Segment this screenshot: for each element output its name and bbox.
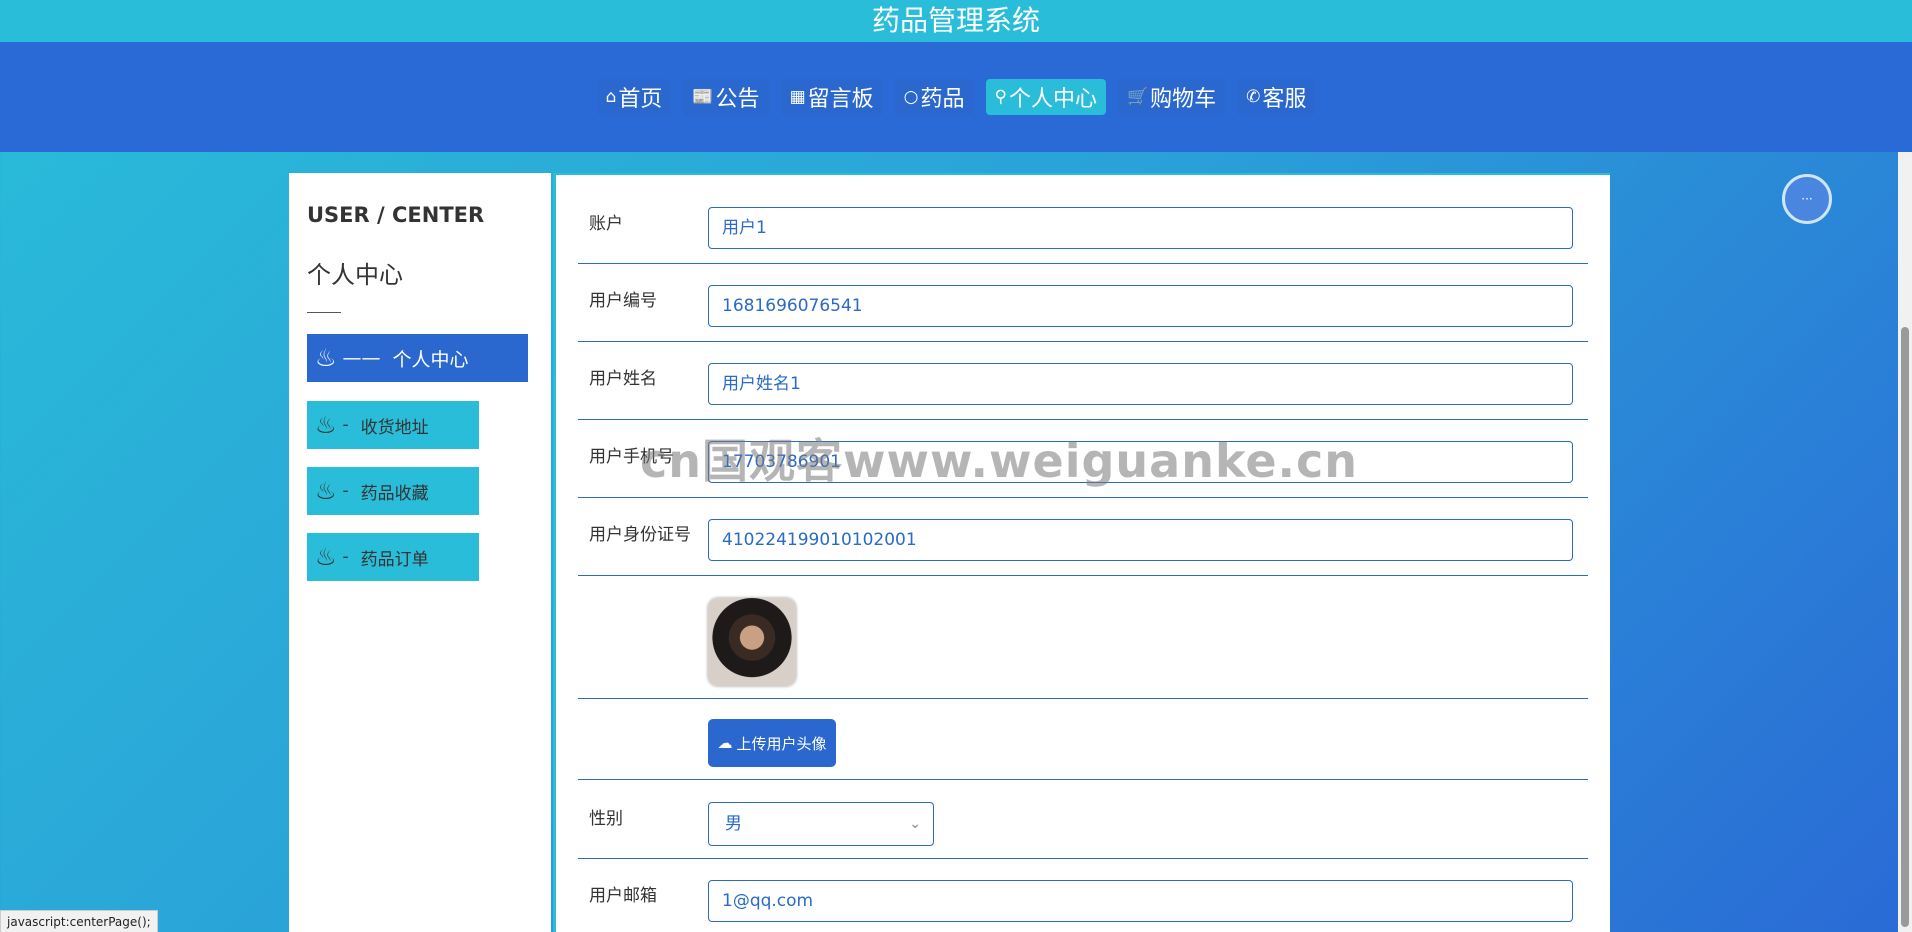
nav-label: 公告 (715, 87, 760, 112)
app-title: 药品管理系统 (0, 0, 1912, 42)
user-avatar (708, 598, 796, 686)
message-board-icon: ▦ (789, 87, 806, 107)
nav-item-5[interactable]: 🛒 购物车 (1117, 79, 1226, 115)
nav-label: 客服 (1262, 87, 1307, 112)
nav-label: 留言板 (807, 87, 874, 112)
sidebar-item-label: 药品订单 (360, 549, 429, 570)
sidebar-item-dash: - (342, 481, 349, 501)
email-label: 用户邮箱 (589, 886, 657, 906)
service-icon: ✆ (1246, 87, 1261, 107)
upload-avatar-button[interactable]: ☁ 上传用户头像 (708, 719, 836, 767)
nav-item-1[interactable]: 📰 公告 (683, 79, 769, 115)
page-scrollbar[interactable] (1898, 152, 1912, 932)
sidebar-item-dash: —— (342, 347, 381, 369)
id-card-label: 用户身份证号 (589, 525, 691, 545)
row-upload: ☁ 上传用户头像 (578, 699, 1588, 780)
float-service-button[interactable]: ··· (1782, 174, 1832, 224)
chevron-down-icon: ⌄ (909, 816, 921, 832)
gender-select[interactable]: 男 ⌄ (708, 802, 934, 846)
nav-item-2[interactable]: ▦ 留言板 (780, 79, 883, 115)
row-avatar (578, 576, 1588, 699)
medicine-icon: ○ (903, 87, 919, 107)
row-gender: 性别 男 ⌄ (578, 780, 1588, 859)
sidebar-item-1[interactable]: ♨ - 收货地址 (307, 401, 479, 449)
account-label: 账户 (589, 214, 623, 234)
nav-label: 首页 (618, 87, 663, 112)
cart-icon: 🛒 (1126, 87, 1149, 107)
nav-item-3[interactable]: ○ 药品 (894, 79, 974, 115)
nav-label: 药品 (920, 87, 965, 112)
sidebar-item-2[interactable]: ♨ - 药品收藏 (307, 467, 479, 515)
notice-icon: 📰 (692, 87, 714, 107)
nav-label: 购物车 (1150, 87, 1217, 112)
sidebar: USER / CENTER 个人中心 ♨ —— 个人中心 ♨ - 收货地址 ♨ - 药品收藏 ♨ -… (289, 173, 551, 932)
sidebar-item-label: 个人中心 (392, 348, 469, 371)
id-card-input[interactable]: 410224199010102001 (708, 519, 1573, 561)
user-name-input[interactable]: 用户姓名1 (708, 363, 1573, 405)
nav-label: 个人中心 (1008, 87, 1097, 112)
sidebar-item-0[interactable]: ♨ —— 个人中心 (307, 334, 528, 382)
flame-icon: ♨ (315, 477, 337, 505)
upload-avatar-label: 上传用户头像 (736, 734, 827, 753)
profile-form: 账户 用户1 用户编号 1681696076541 用户姓名 用户姓名1 用户手… (553, 173, 1610, 932)
flame-icon: ♨ (315, 411, 337, 439)
row-email: 用户邮箱 1@qq.com (578, 859, 1588, 932)
user-name-label: 用户姓名 (589, 369, 657, 389)
user-no-input[interactable]: 1681696076541 (708, 285, 1573, 327)
scrollbar-thumb[interactable] (1901, 327, 1909, 927)
row-user-no: 用户编号 1681696076541 (578, 264, 1588, 342)
account-input[interactable]: 用户1 (708, 207, 1573, 249)
sidebar-item-label: 收货地址 (360, 417, 429, 438)
gender-label: 性别 (589, 809, 623, 829)
top-nav: ⌂ 首页 📰 公告 ▦ 留言板 ○ 药品 ⚲ 个人中心 🛒 购物车 ✆ 客服 (0, 42, 1912, 152)
user-icon: ⚲ (994, 87, 1007, 107)
nav-item-6[interactable]: ✆ 客服 (1237, 79, 1316, 115)
email-input[interactable]: 1@qq.com (708, 880, 1573, 922)
row-user-name: 用户姓名 用户姓名1 (578, 342, 1588, 420)
sidebar-item-3[interactable]: ♨ - 药品订单 (307, 533, 479, 581)
sidebar-divider (307, 312, 341, 313)
sidebar-cn-title: 个人中心 (307, 261, 403, 289)
sidebar-item-dash: - (342, 547, 349, 567)
sidebar-item-dash: - (342, 415, 349, 435)
sidebar-item-label: 药品收藏 (360, 483, 429, 504)
cloud-upload-icon: ☁ (717, 734, 733, 752)
sidebar-en-title: USER / CENTER (307, 203, 485, 227)
flame-icon: ♨ (315, 543, 337, 571)
row-account: 账户 用户1 (578, 175, 1588, 264)
nav-item-0[interactable]: ⌂ 首页 (596, 79, 672, 115)
user-no-label: 用户编号 (589, 291, 657, 311)
home-icon: ⌂ (605, 87, 617, 107)
flame-icon: ♨ (315, 344, 337, 372)
watermark: cn国观客www.weiguanke.cn (640, 434, 1359, 488)
row-id-card: 用户身份证号 410224199010102001 (578, 498, 1588, 576)
gender-value: 男 (725, 814, 742, 834)
nav-item-4[interactable]: ⚲ 个人中心 (985, 79, 1106, 115)
browser-status-bar: javascript:centerPage(); (0, 910, 158, 932)
